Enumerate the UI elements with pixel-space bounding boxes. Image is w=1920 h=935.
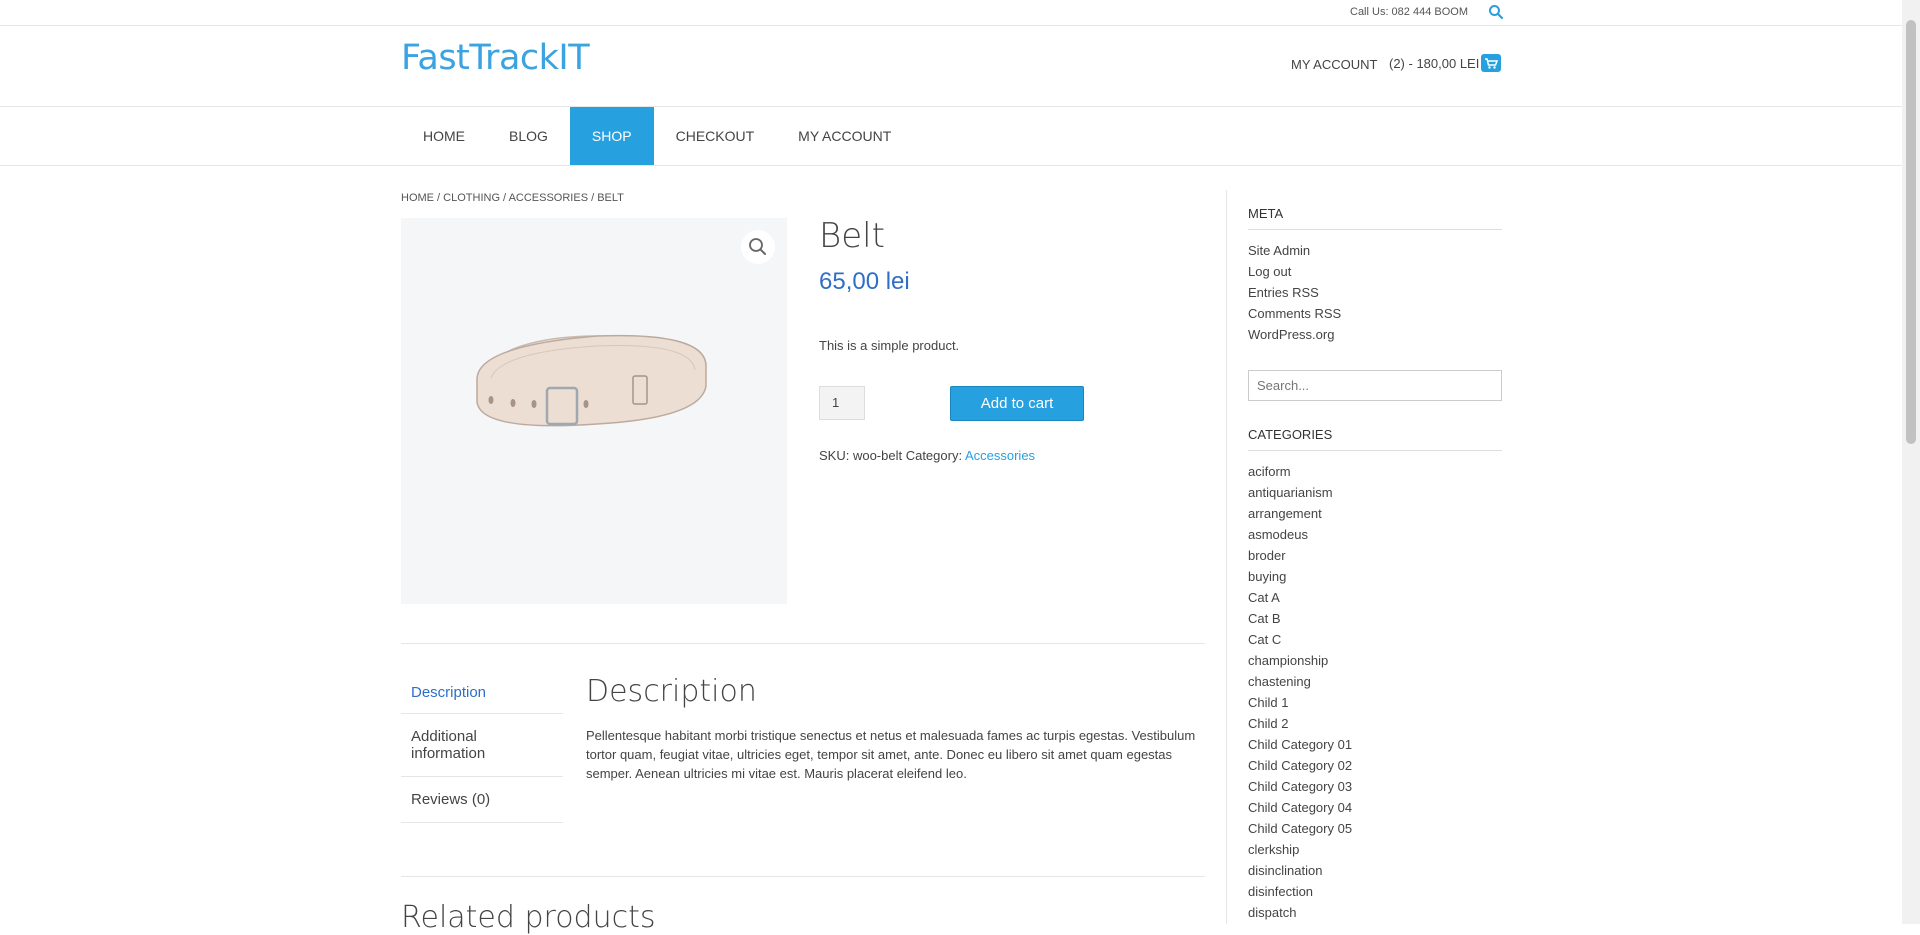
divider xyxy=(401,643,1205,644)
sidebar: META Site Admin Log out Entries RSS Comm… xyxy=(1248,190,1502,923)
category-link[interactable]: arrangement xyxy=(1248,503,1502,524)
category-link[interactable]: championship xyxy=(1248,650,1502,671)
meta-link-log-out[interactable]: Log out xyxy=(1248,261,1502,282)
site-logo[interactable]: FastTrackIT xyxy=(401,38,590,78)
product-image[interactable] xyxy=(401,218,787,604)
header-my-account-link[interactable]: MY ACCOUNT xyxy=(1291,57,1377,72)
add-to-cart-button[interactable]: Add to cart xyxy=(950,386,1084,421)
sidebar-divider xyxy=(1226,190,1227,924)
category-link[interactable]: Cat B xyxy=(1248,608,1502,629)
category-link[interactable]: aciform xyxy=(1248,461,1502,482)
belt-image xyxy=(476,334,707,427)
category-link[interactable]: Child Category 04 xyxy=(1248,797,1502,818)
top-bar: Call Us: 082 444 BOOM xyxy=(0,0,1902,26)
sidebar-search-input[interactable] xyxy=(1248,370,1502,401)
nav-item-my-account[interactable]: MY ACCOUNT xyxy=(776,107,913,165)
description-heading: Description xyxy=(586,674,757,709)
category-link[interactable]: Child Category 02 xyxy=(1248,755,1502,776)
category-link[interactable]: asmodeus xyxy=(1248,524,1502,545)
product-meta: SKU: woo-belt Category: Accessories xyxy=(819,448,1035,463)
tab-additional-information[interactable]: Additional information xyxy=(401,714,563,777)
category-link[interactable]: disinfection xyxy=(1248,881,1502,902)
category-link[interactable]: chastening xyxy=(1248,671,1502,692)
category-link[interactable]: Accessories xyxy=(965,448,1035,463)
tab-description[interactable]: Description xyxy=(401,670,563,714)
description-text: Pellentesque habitant morbi tristique se… xyxy=(586,728,1196,781)
meta-link-entries-rss[interactable]: Entries RSS xyxy=(1248,282,1502,303)
category-link[interactable]: dispatch xyxy=(1248,902,1502,923)
product-title: Belt xyxy=(819,216,885,256)
meta-widget: META Site Admin Log out Entries RSS Comm… xyxy=(1248,206,1502,345)
category-link[interactable]: Cat C xyxy=(1248,629,1502,650)
nav-item-checkout[interactable]: CHECKOUT xyxy=(654,107,777,165)
scrollbar-thumb[interactable] xyxy=(1906,20,1916,444)
quantity-input[interactable]: 1 xyxy=(819,386,865,420)
breadcrumb[interactable]: HOME / CLOTHING / ACCESSORIES / BELT xyxy=(401,192,624,204)
nav-item-shop[interactable]: SHOP xyxy=(569,107,654,165)
category-link[interactable]: Child 1 xyxy=(1248,692,1502,713)
tab-reviews[interactable]: Reviews (0) xyxy=(401,777,563,823)
product-tabs: Description Additional information Revie… xyxy=(401,670,563,823)
related-products-heading: Related products xyxy=(401,900,656,935)
nav-item-blog[interactable]: BLOG xyxy=(487,107,570,165)
search-icon[interactable] xyxy=(1488,4,1504,20)
category-link[interactable]: disinclination xyxy=(1248,860,1502,881)
categories-widget: CATEGORIES aciform antiquarianism arrang… xyxy=(1248,427,1502,923)
main-nav: HOME BLOG SHOP CHECKOUT MY ACCOUNT xyxy=(0,107,1902,166)
category-link[interactable]: Child 2 xyxy=(1248,713,1502,734)
meta-link-site-admin[interactable]: Site Admin xyxy=(1248,240,1502,261)
product-short-description: This is a simple product. xyxy=(819,338,960,353)
product-price: 65,00 lei xyxy=(819,268,910,295)
nav-item-home[interactable]: HOME xyxy=(401,107,487,165)
sku-text: SKU: woo-belt Category: xyxy=(819,448,965,463)
meta-link-wordpress[interactable]: WordPress.org xyxy=(1248,324,1502,345)
site-header: FastTrackIT MY ACCOUNT (2) - 180,00 LEI xyxy=(0,26,1902,107)
category-link[interactable]: Cat A xyxy=(1248,587,1502,608)
category-link[interactable]: Child Category 03 xyxy=(1248,776,1502,797)
category-link[interactable]: antiquarianism xyxy=(1248,482,1502,503)
category-link[interactable]: broder xyxy=(1248,545,1502,566)
category-link[interactable]: buying xyxy=(1248,566,1502,587)
divider xyxy=(401,876,1205,877)
zoom-icon[interactable] xyxy=(741,230,775,264)
categories-title: CATEGORIES xyxy=(1248,427,1502,451)
category-link[interactable]: Child Category 05 xyxy=(1248,818,1502,839)
category-link[interactable]: clerkship xyxy=(1248,839,1502,860)
call-us-text: Call Us: 082 444 BOOM xyxy=(1350,6,1468,18)
cart-icon[interactable] xyxy=(1481,54,1501,72)
header-cart-link[interactable]: (2) - 180,00 LEI xyxy=(1389,56,1479,71)
category-link[interactable]: Child Category 01 xyxy=(1248,734,1502,755)
meta-title: META xyxy=(1248,206,1502,230)
meta-link-comments-rss[interactable]: Comments RSS xyxy=(1248,303,1502,324)
